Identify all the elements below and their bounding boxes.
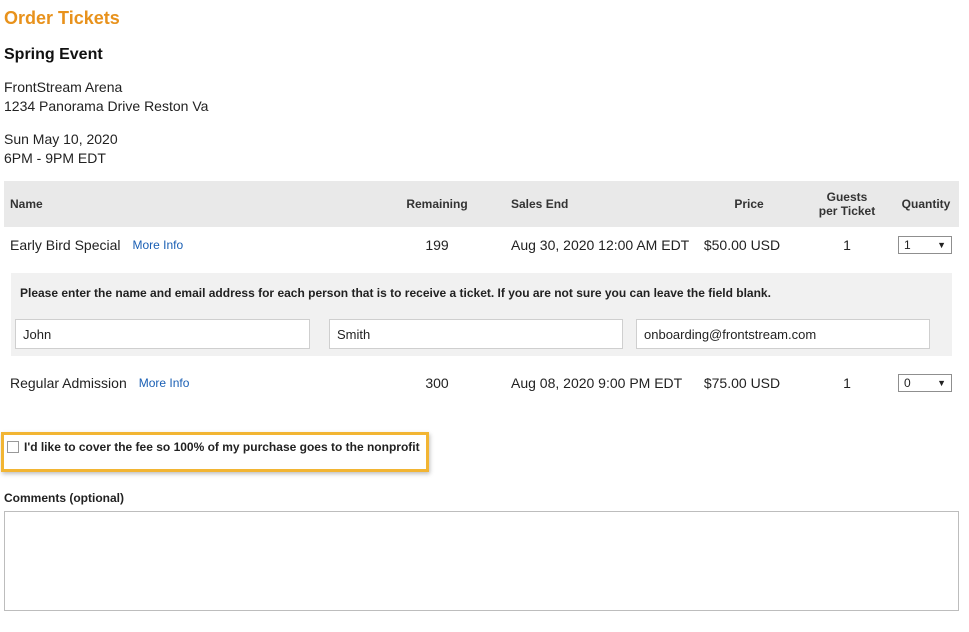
ticket-row: Regular Admission More Info 300 Aug 08, … xyxy=(4,365,959,401)
quantity-select[interactable]: 1 ▼ xyxy=(898,236,952,254)
attendee-first-name-input[interactable]: John xyxy=(15,319,310,349)
event-datetime: Sun May 10, 2020 6PM - 9PM EDT xyxy=(4,130,118,168)
quantity-value: 1 xyxy=(904,238,911,252)
ticket-remaining: 199 xyxy=(425,237,449,253)
attendee-instructions: Please enter the name and email address … xyxy=(20,286,771,300)
header-sales-end: Sales End xyxy=(511,197,569,211)
chevron-down-icon: ▼ xyxy=(937,240,946,250)
ticket-remaining: 300 xyxy=(425,375,449,391)
ticket-guests: 1 xyxy=(843,375,851,391)
event-name: Spring Event xyxy=(4,46,103,63)
ticket-table-header: Name Remaining Sales End Price Guests pe… xyxy=(4,181,959,227)
cover-fee-highlight: I'd like to cover the fee so 100% of my … xyxy=(1,432,429,472)
header-guests-line2: per Ticket xyxy=(818,204,876,218)
venue-name: FrontStream Arena xyxy=(4,79,123,95)
attendee-last-name-input[interactable]: Smith xyxy=(329,319,623,349)
quantity-value: 0 xyxy=(904,376,911,390)
ticket-row: Early Bird Special More Info 199 Aug 30,… xyxy=(4,227,959,263)
header-guests-per-ticket: Guests per Ticket xyxy=(804,181,890,227)
more-info-link[interactable]: More Info xyxy=(133,238,184,252)
ticket-name-cell: Early Bird Special More Info xyxy=(10,227,183,263)
quantity-select-cell: 0 ▼ xyxy=(898,365,952,401)
header-quantity: Quantity xyxy=(901,197,951,211)
header-guests-line1: Guests xyxy=(826,190,868,204)
header-price: Price xyxy=(734,197,764,211)
event-venue: FrontStream Arena 1234 Panorama Drive Re… xyxy=(4,78,208,116)
page-title: Order Tickets xyxy=(4,8,120,28)
attendee-panel: Please enter the name and email address … xyxy=(11,273,952,356)
comments-label: Comments (optional) xyxy=(4,491,124,505)
ticket-sales-end: Aug 30, 2020 12:00 AM EDT xyxy=(511,237,690,253)
comments-textarea[interactable] xyxy=(4,511,959,611)
header-remaining: Remaining xyxy=(406,197,468,211)
attendee-email-input[interactable]: onboarding@frontstream.com xyxy=(636,319,930,349)
ticket-name-cell: Regular Admission More Info xyxy=(10,365,189,401)
ticket-price: $75.00 USD xyxy=(703,375,781,391)
cover-fee-checkbox[interactable] xyxy=(7,441,19,453)
ticket-sales-end: Aug 08, 2020 9:00 PM EDT xyxy=(511,375,683,391)
ticket-name: Regular Admission xyxy=(10,375,127,391)
ticket-price: $50.00 USD xyxy=(703,237,781,253)
event-date: Sun May 10, 2020 xyxy=(4,131,118,147)
header-name: Name xyxy=(10,197,43,211)
chevron-down-icon: ▼ xyxy=(937,378,946,388)
quantity-select-cell: 1 ▼ xyxy=(898,227,952,263)
ticket-guests: 1 xyxy=(843,237,851,253)
more-info-link[interactable]: More Info xyxy=(139,376,190,390)
ticket-name: Early Bird Special xyxy=(10,237,121,253)
event-time: 6PM - 9PM EDT xyxy=(4,150,106,166)
cover-fee-label[interactable]: I'd like to cover the fee so 100% of my … xyxy=(24,440,420,454)
quantity-select[interactable]: 0 ▼ xyxy=(898,374,952,392)
venue-address: 1234 Panorama Drive Reston Va xyxy=(4,98,209,114)
